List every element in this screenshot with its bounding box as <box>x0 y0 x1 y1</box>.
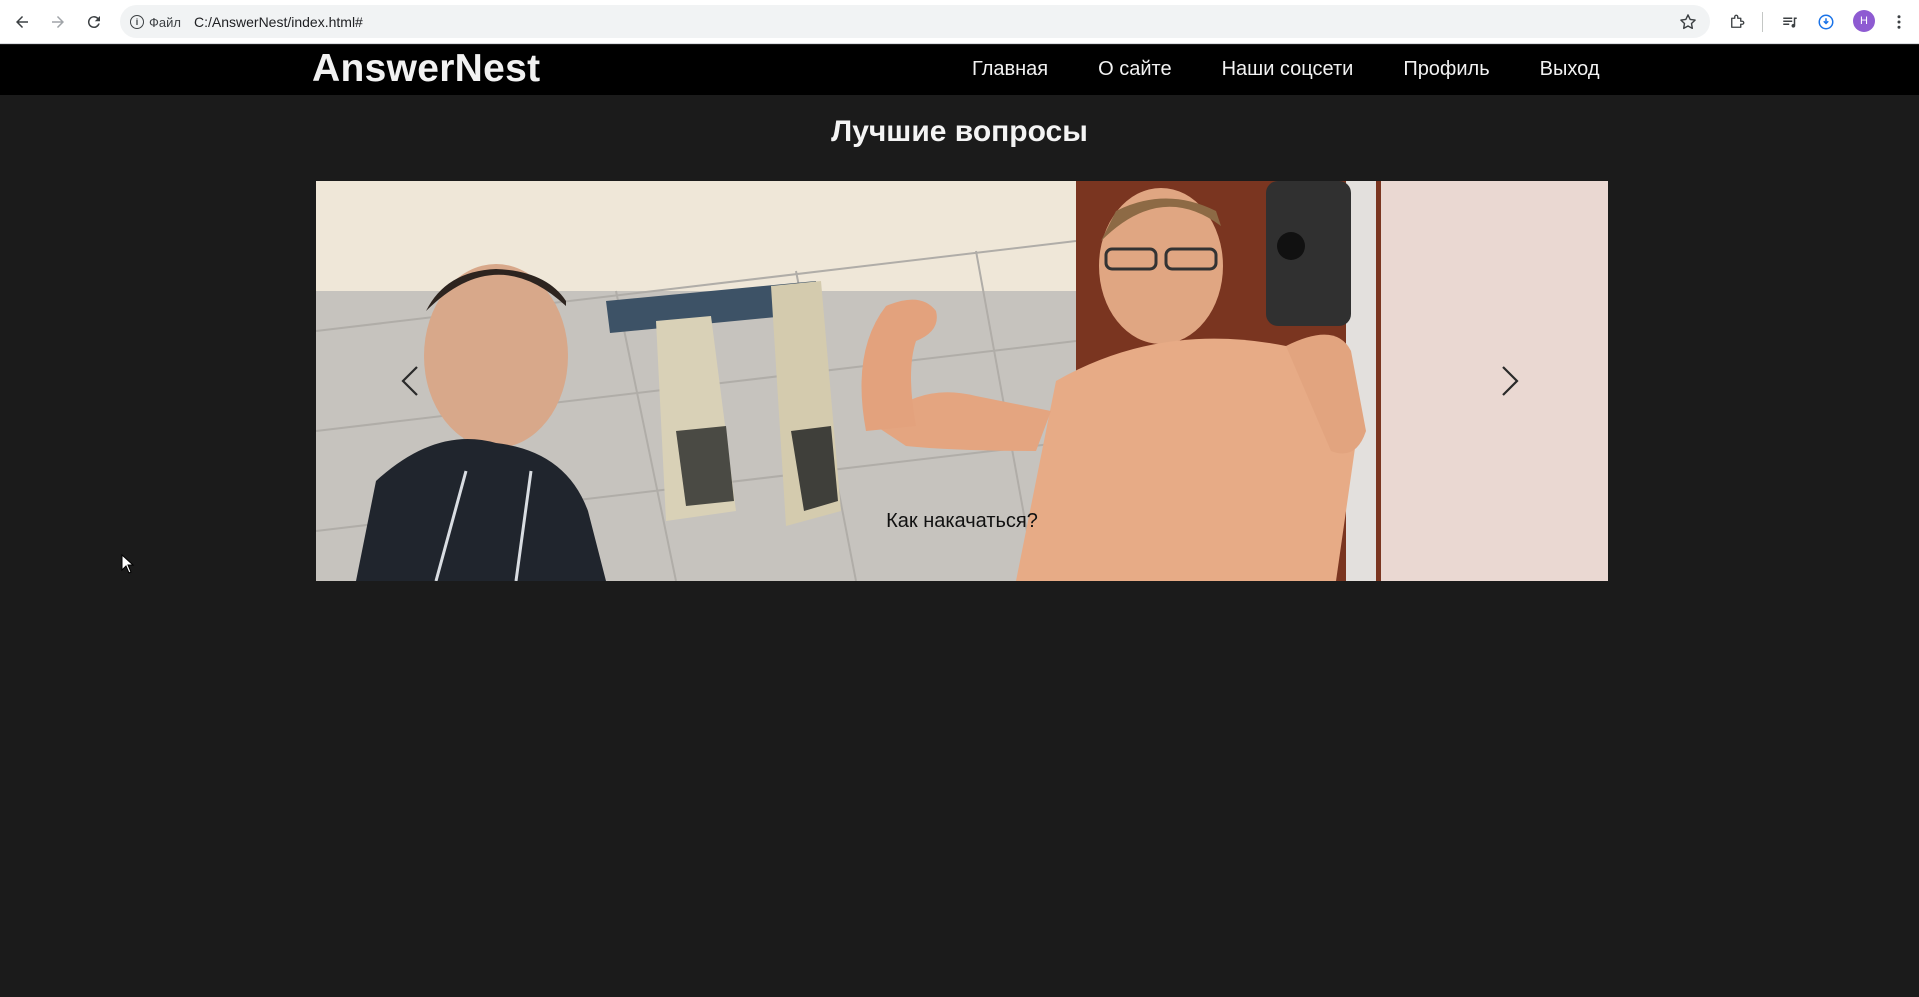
address-bar[interactable]: i Файл C:/AnswerNest/index.html# <box>120 5 1710 38</box>
downloads-button[interactable] <box>1814 10 1838 34</box>
carousel-next-button[interactable] <box>1490 356 1530 406</box>
playlist-icon <box>1783 17 1797 28</box>
forward-button[interactable] <box>45 9 71 35</box>
extensions-button[interactable] <box>1725 10 1749 34</box>
kebab-menu-icon <box>1897 15 1901 29</box>
url-text[interactable]: C:/AnswerNest/index.html# <box>194 14 363 30</box>
profile-avatar[interactable]: H <box>1853 10 1875 32</box>
toolbar-divider <box>1762 12 1763 32</box>
page-title: Лучшие вопросы <box>831 115 1088 148</box>
nav-home[interactable]: Главная <box>972 58 1048 81</box>
arrow-right-icon <box>52 16 64 28</box>
nav-socials[interactable]: Наши соцсети <box>1222 58 1354 81</box>
back-button[interactable] <box>9 9 35 35</box>
reload-icon <box>87 16 100 29</box>
browser-menu-button[interactable] <box>1887 10 1911 34</box>
nav-logout[interactable]: Выход <box>1540 58 1600 81</box>
reload-button[interactable] <box>81 9 107 35</box>
media-controls-button[interactable] <box>1778 10 1802 34</box>
nav-about[interactable]: О сайте <box>1098 58 1171 81</box>
site-header: AnswerNest Главная О сайте Наши соцсети … <box>0 45 1919 95</box>
site-info-chip[interactable]: i Файл <box>130 12 181 32</box>
site-logo[interactable]: AnswerNest <box>312 47 540 91</box>
browser-toolbar: i Файл C:/AnswerNest/index.html# H <box>0 0 1919 44</box>
puzzle-icon <box>1731 14 1745 28</box>
bookmark-star-icon[interactable] <box>1678 12 1698 32</box>
site-info-label: Файл <box>149 14 181 30</box>
chevron-left-icon <box>401 366 418 396</box>
chevron-right-icon <box>1502 366 1519 396</box>
questions-carousel[interactable]: Как накачаться? <box>316 181 1608 581</box>
carousel-caption[interactable]: Как накачаться? <box>316 510 1608 533</box>
nav-profile[interactable]: Профиль <box>1403 58 1489 81</box>
carousel-prev-button[interactable] <box>390 356 430 406</box>
main-nav: Главная О сайте Наши соцсети Профиль Вых… <box>972 58 1650 81</box>
mouse-cursor-icon <box>121 554 135 574</box>
info-icon: i <box>130 15 144 29</box>
download-icon <box>1818 14 1834 30</box>
arrow-left-icon <box>16 16 28 28</box>
